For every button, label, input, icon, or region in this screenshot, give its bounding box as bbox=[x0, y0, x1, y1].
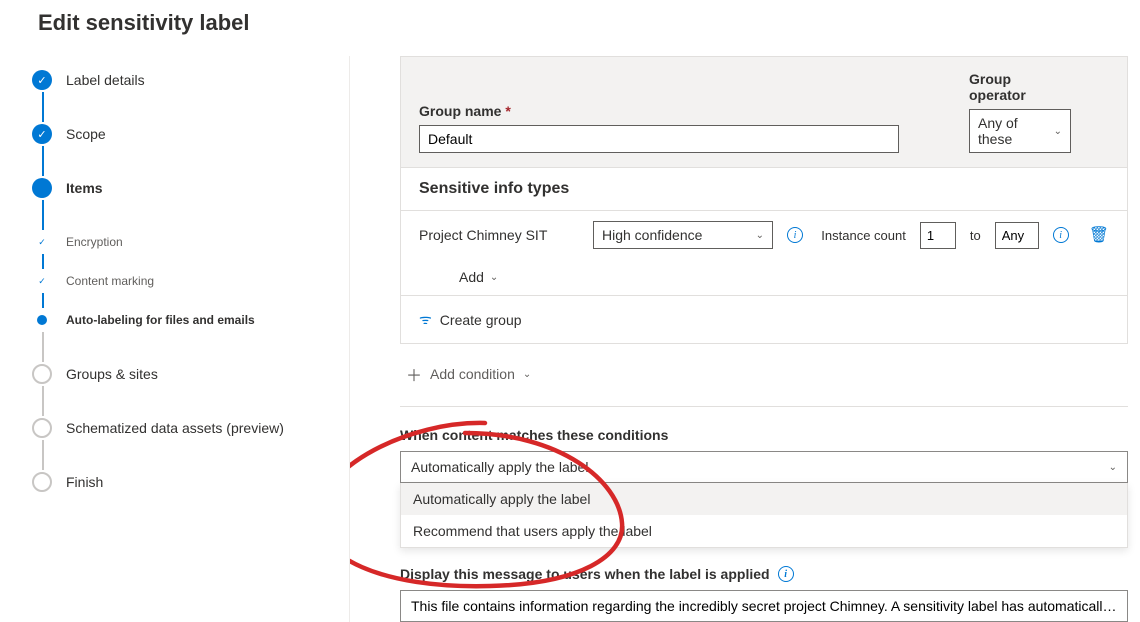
add-label: Add bbox=[459, 269, 484, 285]
plus-icon: ＋ bbox=[406, 362, 422, 386]
group-operator-label: Group operator bbox=[969, 71, 1071, 103]
instance-from-input[interactable] bbox=[920, 222, 956, 249]
display-message-label: Display this message to users when the l… bbox=[400, 566, 770, 582]
info-icon[interactable]: i bbox=[1053, 227, 1069, 243]
checkmark-icon: ✓ bbox=[37, 276, 47, 286]
current-step-icon bbox=[32, 178, 52, 198]
condition-panel: Group name * Group operator Any of these… bbox=[400, 56, 1128, 344]
match-conditions-title: When content matches these conditions bbox=[400, 427, 1128, 443]
step-label: Encryption bbox=[66, 235, 123, 249]
instance-to-input[interactable] bbox=[995, 222, 1039, 249]
step-label: Items bbox=[66, 180, 103, 196]
sit-row: Project Chimney SIT High confidence ⌄ i … bbox=[401, 211, 1127, 259]
sensitive-info-types-heading: Sensitive info types bbox=[401, 168, 1127, 211]
future-step-icon bbox=[32, 472, 52, 492]
chevron-down-icon: ⌄ bbox=[523, 369, 531, 380]
confidence-value: High confidence bbox=[602, 227, 702, 243]
info-icon[interactable]: i bbox=[778, 566, 794, 582]
dropdown-option-recommend[interactable]: Recommend that users apply the label bbox=[401, 515, 1127, 547]
match-action-dropdown: Automatically apply the label Recommend … bbox=[400, 483, 1128, 548]
sit-name: Project Chimney SIT bbox=[419, 227, 579, 243]
match-action-value: Automatically apply the label bbox=[411, 459, 588, 475]
delete-sit-icon[interactable]: 🗑 bbox=[1089, 225, 1109, 245]
divider bbox=[400, 406, 1128, 407]
step-label: Auto-labeling for files and emails bbox=[66, 313, 255, 327]
step-label: Scope bbox=[66, 126, 106, 142]
instance-count-label: Instance count bbox=[821, 228, 906, 243]
create-group-label: Create group bbox=[440, 312, 522, 328]
substep-content-marking[interactable]: ✓ Content marking bbox=[32, 269, 349, 293]
people-icon: ᯤ bbox=[419, 310, 432, 329]
info-icon[interactable]: i bbox=[787, 227, 803, 243]
checkmark-icon: ✓ bbox=[32, 70, 52, 90]
group-name-label: Group name * bbox=[419, 103, 899, 119]
step-scope[interactable]: ✓ Scope bbox=[32, 122, 349, 146]
step-label: Finish bbox=[66, 474, 103, 490]
chevron-down-icon: ⌄ bbox=[1054, 126, 1062, 137]
dropdown-option-auto-apply[interactable]: Automatically apply the label bbox=[401, 483, 1127, 515]
step-finish[interactable]: Finish bbox=[32, 470, 349, 494]
step-label-details[interactable]: ✓ Label details bbox=[32, 68, 349, 92]
step-label: Label details bbox=[66, 72, 145, 88]
chevron-down-icon: ⌄ bbox=[490, 272, 498, 283]
match-action-select[interactable]: Automatically apply the label ⌄ bbox=[400, 451, 1128, 483]
checkmark-icon: ✓ bbox=[37, 237, 47, 247]
wizard-sidebar: ✓ Label details ✓ Scope Items ✓ Encrypti… bbox=[0, 56, 350, 622]
group-operator-value: Any of these bbox=[978, 115, 1054, 147]
future-step-icon bbox=[32, 364, 52, 384]
confidence-select[interactable]: High confidence ⌄ bbox=[593, 221, 773, 249]
future-step-icon bbox=[32, 418, 52, 438]
chevron-down-icon: ⌄ bbox=[1109, 462, 1117, 473]
step-label: Content marking bbox=[66, 274, 154, 288]
step-items[interactable]: Items bbox=[32, 176, 349, 200]
main-content: Group name * Group operator Any of these… bbox=[350, 56, 1140, 622]
step-label: Groups & sites bbox=[66, 366, 158, 382]
substep-auto-labeling[interactable]: Auto-labeling for files and emails bbox=[32, 308, 349, 332]
add-condition-label: Add condition bbox=[430, 366, 515, 382]
add-sit-button[interactable]: Add ⌄ bbox=[401, 259, 1127, 295]
page-title: Edit sensitivity label bbox=[0, 0, 1140, 56]
group-operator-select[interactable]: Any of these ⌄ bbox=[969, 109, 1071, 153]
chevron-down-icon: ⌄ bbox=[756, 230, 764, 241]
step-groups-sites[interactable]: Groups & sites bbox=[32, 362, 349, 386]
group-name-input[interactable] bbox=[419, 125, 899, 153]
substep-encryption[interactable]: ✓ Encryption bbox=[32, 230, 349, 254]
current-substep-icon bbox=[37, 315, 47, 325]
display-message-title: Display this message to users when the l… bbox=[400, 566, 1128, 582]
add-condition-button[interactable]: ＋ Add condition ⌄ bbox=[400, 344, 1128, 406]
to-text: to bbox=[970, 228, 981, 243]
checkmark-icon: ✓ bbox=[32, 124, 52, 144]
step-schematized[interactable]: Schematized data assets (preview) bbox=[32, 416, 349, 440]
step-label: Schematized data assets (preview) bbox=[66, 420, 284, 436]
create-group-button[interactable]: ᯤ Create group bbox=[401, 295, 1127, 343]
